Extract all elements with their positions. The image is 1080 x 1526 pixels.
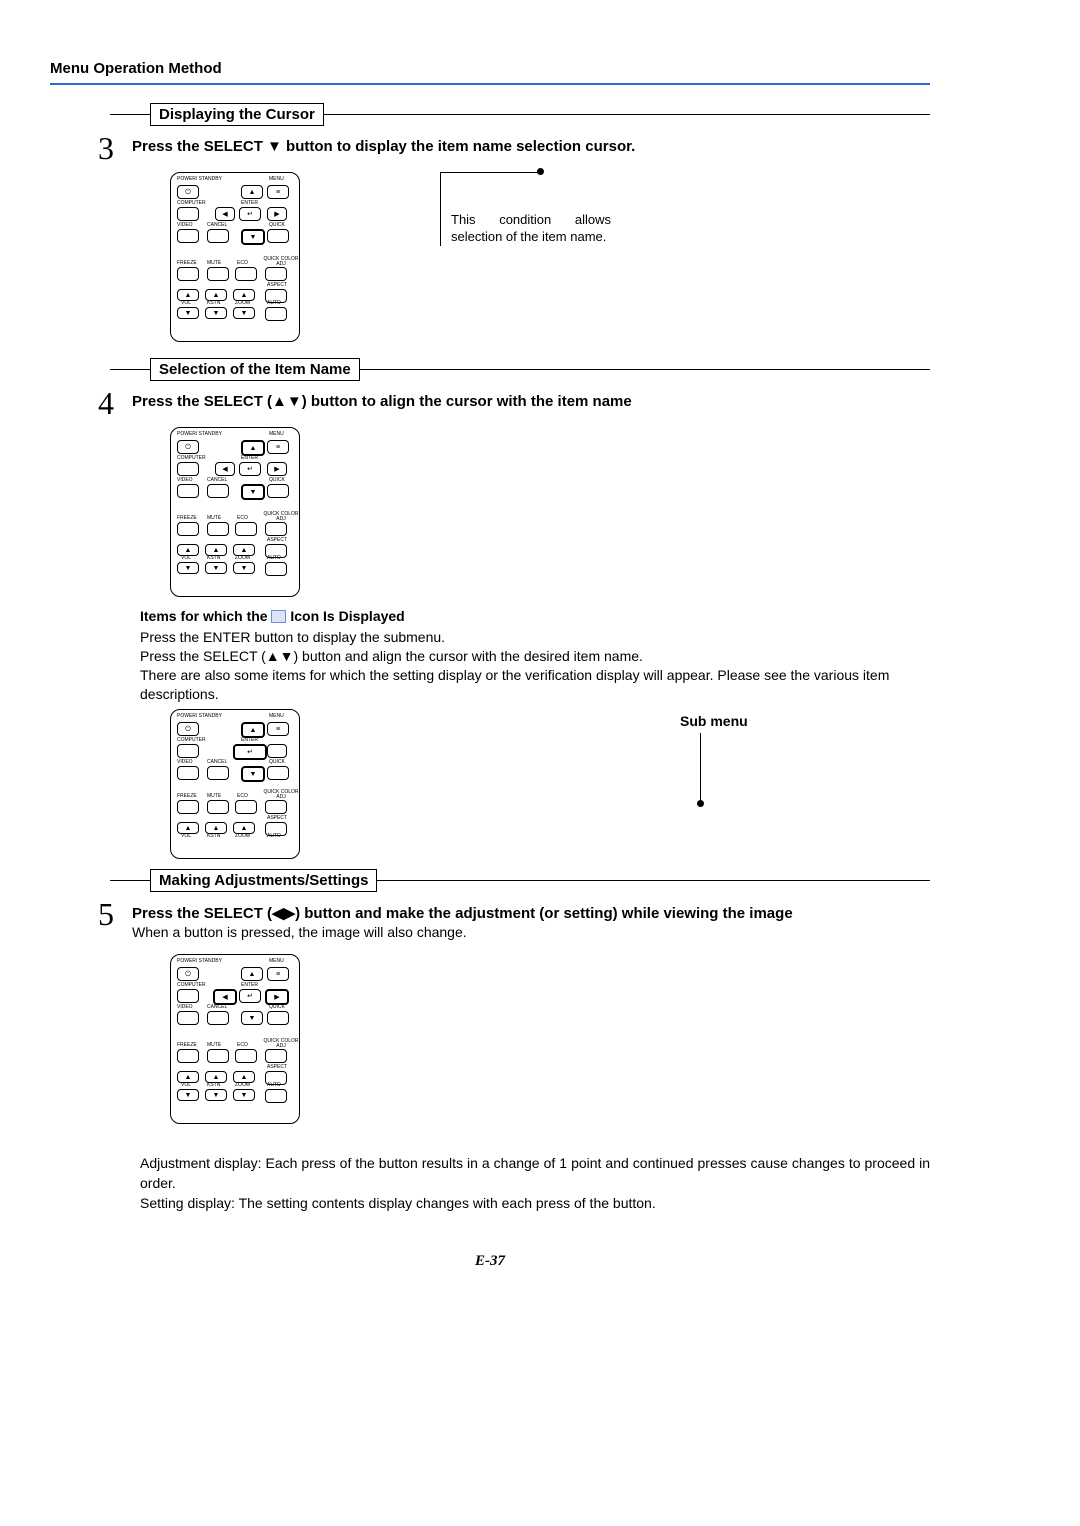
section-title-row-3: Displaying the Cursor [110, 103, 930, 126]
remote-diagram-5: POWER/ STANDBY ⏻ ▲ MENU ≡ COMPUTER ◀ ENT… [170, 954, 300, 1124]
items-line-2: Press the SELECT (▲▼) button and align t… [140, 647, 930, 666]
section-title-row-5: Making Adjustments/Settings [110, 869, 930, 892]
step-5-instruction: Press the SELECT (◀▶) button and make th… [132, 904, 930, 922]
submenu-label: Sub menu [680, 709, 748, 729]
enter-icon [271, 610, 286, 623]
step-5-remote-wrap: POWER/ STANDBY ⏻ ▲ MENU ≡ COMPUTER ◀ ENT… [170, 954, 930, 1124]
page-header: Menu Operation Method [50, 60, 930, 77]
step-3-instruction: Press the SELECT ▼ button to display the… [132, 138, 930, 155]
step-3: 3 Press the SELECT ▼ button to display t… [98, 132, 930, 164]
step-number-4: 4 [98, 387, 132, 419]
remote-diagram-4b: POWER/ STANDBY ⏻ ▲ MENU ≡ COMPUTER ENTER… [170, 709, 300, 859]
bottom-paragraphs: Adjustment display: Each press of the bu… [140, 1154, 930, 1213]
bottom-line-2: Setting display: The setting contents di… [140, 1194, 930, 1214]
section-title-4: Selection of the Item Name [150, 358, 360, 381]
items-heading-pre: Items for which the [140, 608, 271, 624]
submenu-callout: Sub menu [680, 709, 748, 803]
bottom-line-1: Adjustment display: Each press of the bu… [140, 1154, 930, 1193]
step-4: 4 Press the SELECT (▲▼) button to align … [98, 387, 930, 419]
section-title-5: Making Adjustments/Settings [150, 869, 377, 892]
items-block: Items for which the Icon Is Displayed Pr… [140, 607, 930, 703]
step-number-3: 3 [98, 132, 132, 164]
items-line-3: There are also some items for which the … [140, 666, 930, 704]
remote-diagram-3: POWER/ STANDBY ⏻ ▲ MENU ≡ COMPUTER ◀ ENT… [170, 172, 300, 342]
section-title-row-4: Selection of the Item Name [110, 358, 930, 381]
step-5-sub: When a button is pressed, the image will… [132, 924, 930, 940]
step-5: 5 Press the SELECT (◀▶) button and make … [98, 898, 930, 940]
items-heading-post: Icon Is Displayed [286, 608, 404, 624]
section-title-3: Displaying the Cursor [150, 103, 324, 126]
page-number: E-37 [50, 1253, 930, 1270]
step-4-remote-wrap: POWER/ STANDBY ⏻ ▲ MENU ≡ COMPUTER ◀ ENT… [170, 427, 930, 597]
step-3-row: POWER/ STANDBY ⏻ ▲ MENU ≡ COMPUTER ◀ ENT… [170, 172, 930, 342]
submenu-row: POWER/ STANDBY ⏻ ▲ MENU ≡ COMPUTER ENTER… [170, 709, 930, 859]
step-4-instruction: Press the SELECT (▲▼) button to align th… [132, 393, 930, 410]
remote-diagram-4a: POWER/ STANDBY ⏻ ▲ MENU ≡ COMPUTER ◀ ENT… [170, 427, 300, 597]
step-number-5: 5 [98, 898, 132, 930]
header-rule [50, 83, 930, 85]
items-line-1: Press the ENTER button to display the su… [140, 628, 930, 647]
step-3-callout: This condition allows selection of the i… [440, 212, 611, 246]
